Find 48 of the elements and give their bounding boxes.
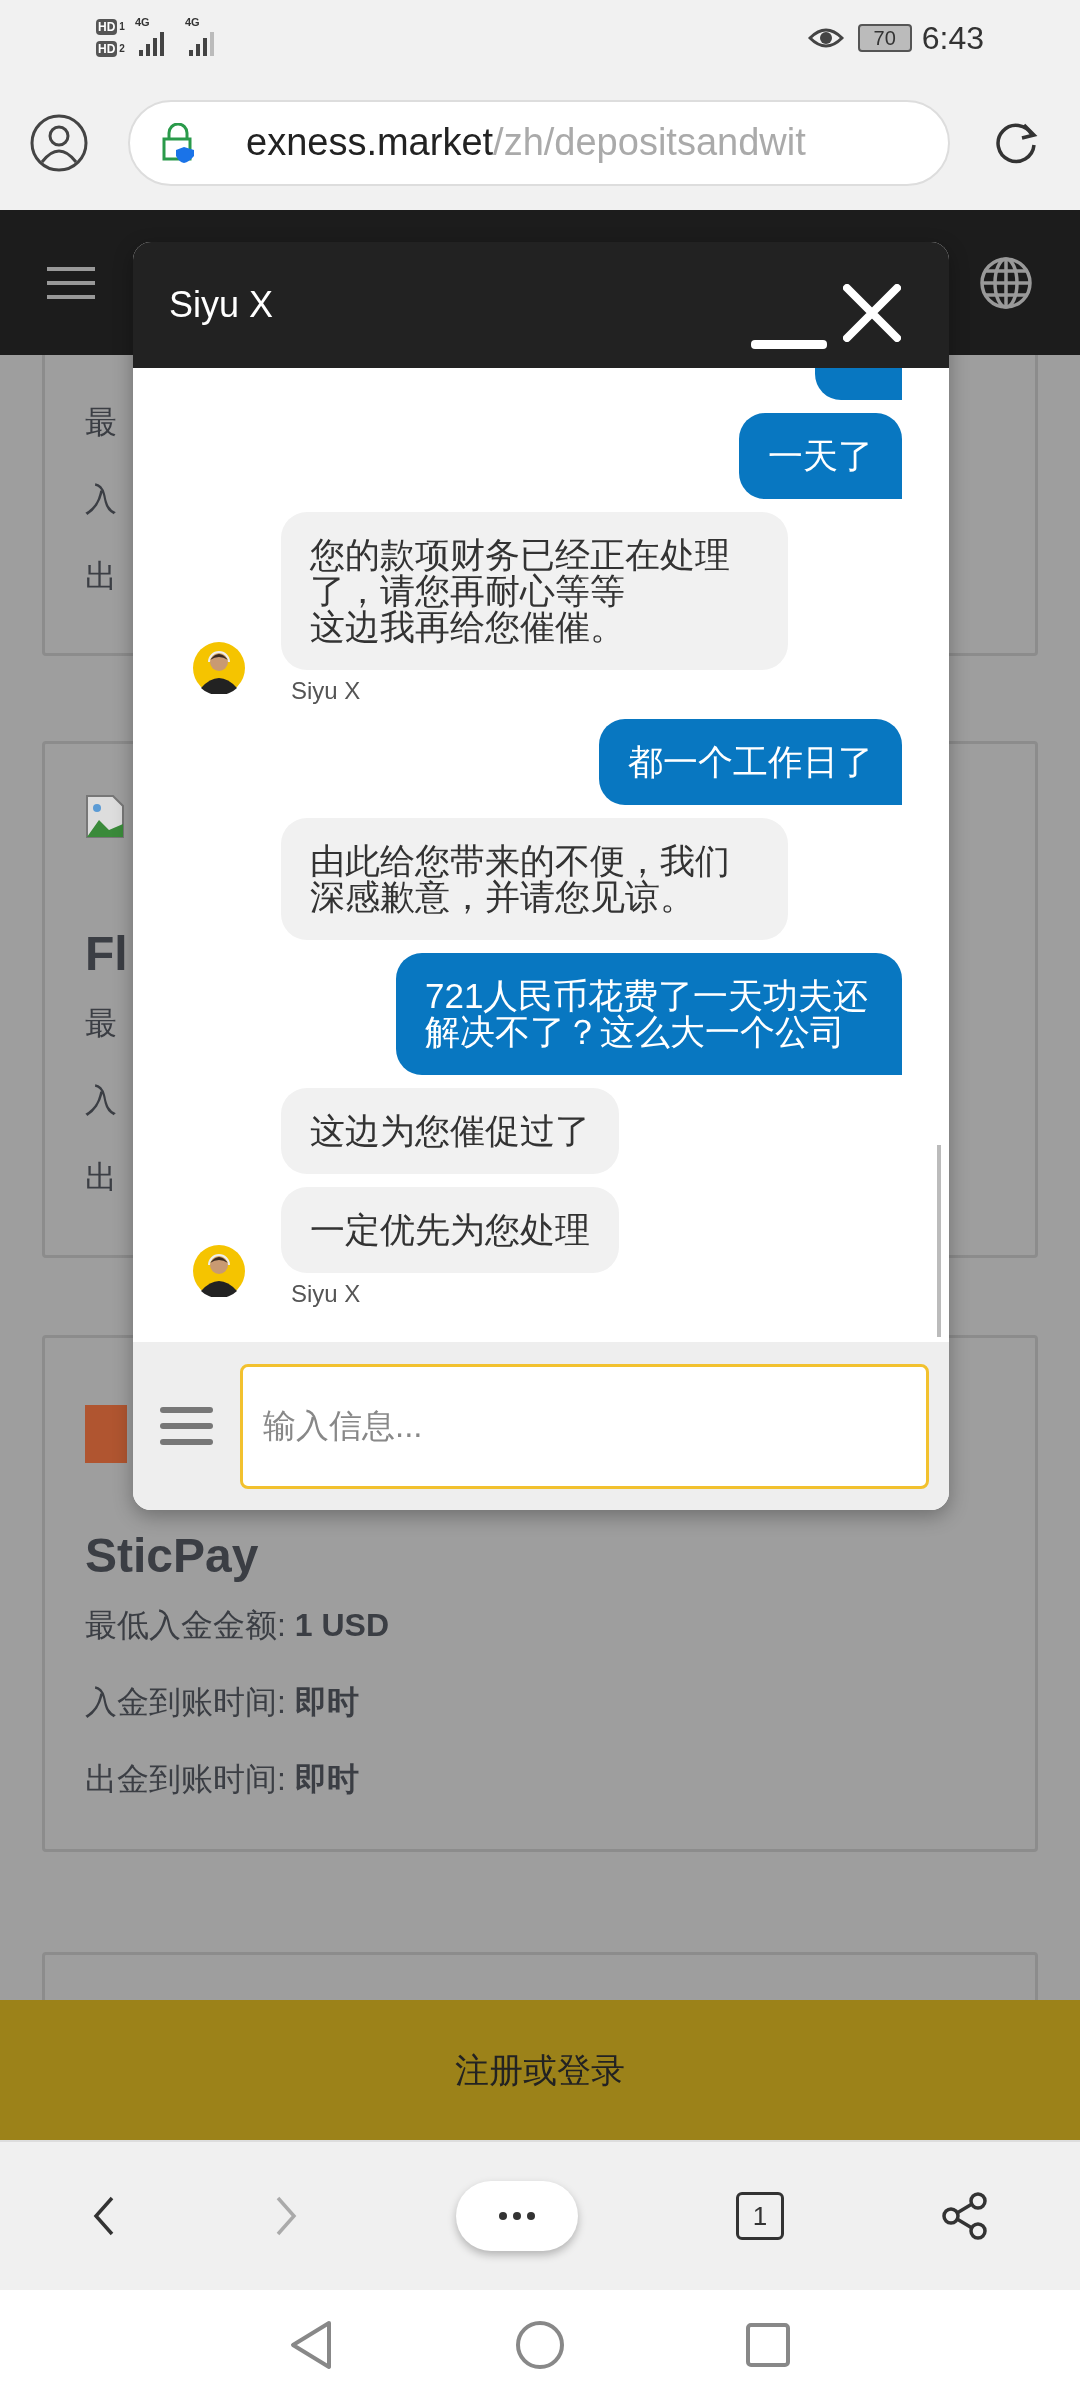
network-type-label: 4G [184,17,201,28]
hd-badge: HD [96,18,118,35]
sim-slot-label: 2 [119,43,125,54]
sender-name: Siyu X [291,676,362,706]
broken-image-icon [85,794,125,839]
card-detail-text: 出 [85,1157,117,1197]
address-field[interactable]: exness.market/zh/depositsandwit [128,99,950,186]
home-nav-icon[interactable] [515,2320,565,2370]
minimize-icon[interactable] [751,340,827,350]
register-login-button[interactable]: 注册或登录 [0,2000,1080,2140]
menu-icon[interactable] [160,1405,213,1447]
network-type-label: 4G [134,17,151,28]
sent-message: 721人民币花费了一天功夫还解决不了？这么大一个公司 [396,953,902,1075]
received-message: 由此给您带来的不便，我们深感歉意，并请您见谅。 [281,818,788,940]
profile-icon[interactable] [30,113,88,172]
message-input[interactable]: 输入信息... [240,1363,929,1489]
scrollbar[interactable] [937,1145,941,1337]
received-message: 一定优先为您处理 [281,1187,619,1273]
card-detail-text: 出金到账时间: 即时 [85,1759,359,1799]
recents-nav-icon[interactable] [745,2322,791,2368]
more-icon [499,2212,535,2220]
card-title: Fl [85,926,129,982]
back-icon[interactable] [92,2196,116,2236]
card-detail-text: 入 [85,479,117,519]
lock-icon [162,122,196,163]
sent-message: 一天了 [739,413,902,499]
close-icon[interactable] [843,284,901,342]
card-detail-text: 入 [85,1080,117,1120]
card-detail-text: 入金到账时间: 即时 [85,1682,359,1722]
chat-title: Siyu X [169,283,274,327]
card-title: SticPay [85,1528,260,1584]
hd-badge: HD [96,40,118,57]
card-detail-text: 最低入金金额: 1 USD [85,1605,390,1645]
logo-icon [85,1405,127,1463]
received-message: 这边为您催促过了 [281,1088,619,1174]
clock-time: 6:43 [921,18,984,58]
sim-slot-label: 1 [119,21,125,32]
url-text: exness.market/zh/depositsandwit [246,120,806,165]
received-message: 您的款项财务已经正在处理了，请您再耐心等等 这边我再给您催催。 [281,512,788,670]
card-detail-text: 最 [85,1003,117,1043]
card-detail-text: 最 [85,402,117,442]
sender-name: Siyu X [291,1279,362,1309]
battery-indicator: 70 [857,23,912,52]
globe-icon[interactable] [979,255,1033,310]
share-icon[interactable] [942,2192,988,2240]
card-detail-text: 出 [85,556,117,596]
tab-count-button[interactable]: 1 [736,2192,784,2240]
sent-message: 都一个工作日了 [599,719,902,805]
